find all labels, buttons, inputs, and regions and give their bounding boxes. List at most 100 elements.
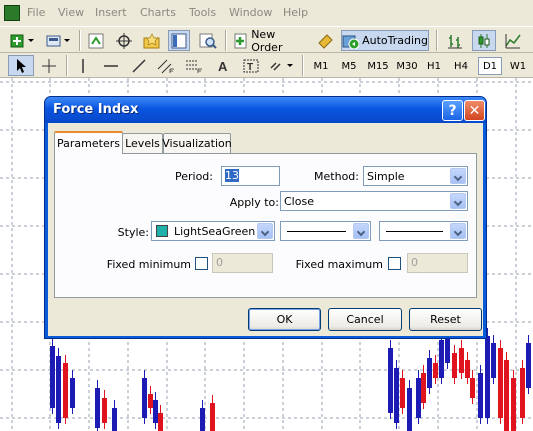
toolbar-separator [79,30,81,51]
menu-help[interactable]: Help [283,6,308,19]
app-icon[interactable] [4,5,20,21]
menu-charts[interactable]: Charts [140,6,176,19]
help-button[interactable]: ? [442,100,463,121]
text-label-button[interactable]: T [240,55,262,76]
line-studies-toolbar: A T M1 M5 M15 M30 H1 H4 D1 W1 [0,53,533,78]
candle-body [416,378,421,418]
cursor-tool-button[interactable] [8,55,34,76]
style-label: Style: [117,226,149,239]
menu-bar: File View Insert Charts Tools Window Hel… [0,0,533,26]
apply-to-label: Apply to: [229,196,279,209]
equidistant-channel-button[interactable] [155,55,177,76]
favorites-button[interactable] [141,30,163,51]
candlestick-icon [478,33,490,48]
toolbar-separator [436,30,438,51]
candle-body [142,378,147,418]
market-watch-button[interactable] [85,30,107,51]
dialog-body: Parameters Levels Visualization Period: … [48,123,483,336]
apply-to-select[interactable]: Close [280,191,468,211]
candle-body [459,348,464,373]
fibonacci-button[interactable] [183,55,205,76]
chevron-down-icon[interactable] [450,168,466,184]
tab-levels[interactable]: Levels [122,133,163,153]
chevron-down-icon[interactable] [257,223,273,239]
chevron-down-icon[interactable] [450,223,466,239]
autotrading-button[interactable]: AutoTrading [341,30,429,51]
candle-body [465,360,470,378]
terminal-button[interactable] [196,30,220,51]
timeframe-m1[interactable]: M1 [309,57,333,75]
candle-body [427,358,432,388]
reset-button[interactable]: Reset [409,308,482,331]
line-width-select[interactable] [379,221,468,241]
fixed-minimum-value: 0 [216,256,223,269]
style-color-value: LightSeaGreen [174,225,256,238]
candle-body [56,356,61,423]
text-tool-button[interactable]: A [212,55,234,76]
period-input[interactable]: 13 [221,166,280,186]
candle-body [50,346,55,408]
cancel-button[interactable]: Cancel [328,308,402,331]
fixed-minimum-checkbox[interactable] [195,257,208,270]
trendline-button[interactable] [128,55,150,76]
horizontal-line-button[interactable] [100,55,122,76]
color-swatch [156,225,168,237]
candle-body [478,373,483,418]
vertical-line-icon [82,58,84,73]
bar-chart-button[interactable] [443,30,467,51]
style-color-select[interactable]: LightSeaGreen [151,221,275,241]
candlestick-chart-button[interactable] [472,30,496,51]
menu-tools[interactable]: Tools [189,6,216,19]
menu-insert[interactable]: Insert [95,6,127,19]
tab-visualization[interactable]: Visualization [162,133,232,153]
candle-body [491,343,496,378]
profiles-button[interactable] [44,30,74,51]
close-icon: ✕ [468,102,481,119]
candle-body [433,363,438,378]
chevron-down-icon[interactable] [353,223,369,239]
close-button[interactable]: ✕ [464,100,485,121]
navigator-icon [171,33,187,48]
fixed-minimum-input[interactable]: 0 [212,253,273,273]
menu-view[interactable]: View [58,6,84,19]
tab-parameters[interactable]: Parameters [54,131,123,154]
metaeditor-button[interactable] [314,30,336,51]
new-order-button[interactable]: New Order [232,28,308,54]
navigator-button[interactable] [168,30,190,51]
timeframe-m5[interactable]: M5 [337,57,361,75]
candle-body [158,413,163,431]
timeframe-h4[interactable]: H4 [449,57,473,75]
toolbar-separator [66,55,68,76]
ok-button[interactable]: OK [248,308,321,331]
line-chart-button[interactable] [501,30,525,51]
candle-body [210,403,215,431]
timeframe-h1[interactable]: H1 [422,57,446,75]
line-style-select[interactable] [280,221,371,241]
chevron-down-icon[interactable] [450,193,466,209]
arrows-button[interactable] [267,55,297,76]
move-icon [116,32,132,49]
fixed-maximum-input[interactable]: 0 [407,253,468,273]
parameters-panel: Period: 13 Method: Simple Apply to: Clos… [54,153,477,298]
fixed-maximum-checkbox[interactable] [388,257,401,270]
crosshair-tool-button[interactable] [38,55,60,76]
timeframe-m15[interactable]: M15 [364,57,392,75]
timeframe-m30[interactable]: M30 [393,57,421,75]
new-chart-button[interactable] [8,30,38,51]
candle-body [70,378,75,408]
dialog-title-bar[interactable]: Force Index ? ✕ [45,97,486,123]
timeframe-d1[interactable]: D1 [478,57,502,75]
profiles-icon [46,35,70,46]
vertical-line-button[interactable] [72,55,94,76]
channel-icon [157,59,174,73]
method-select[interactable]: Simple [363,166,468,186]
candle-body [148,394,153,408]
menu-file[interactable]: File [27,6,45,19]
force-index-dialog: Force Index ? ✕ Parameters Levels Visual… [44,96,487,339]
crosshair-button[interactable] [113,30,135,51]
line-style-sample [287,231,346,232]
candle-body [153,400,158,423]
timeframe-w1[interactable]: W1 [506,57,530,75]
candle-body [112,408,117,431]
menu-window[interactable]: Window [229,6,272,19]
